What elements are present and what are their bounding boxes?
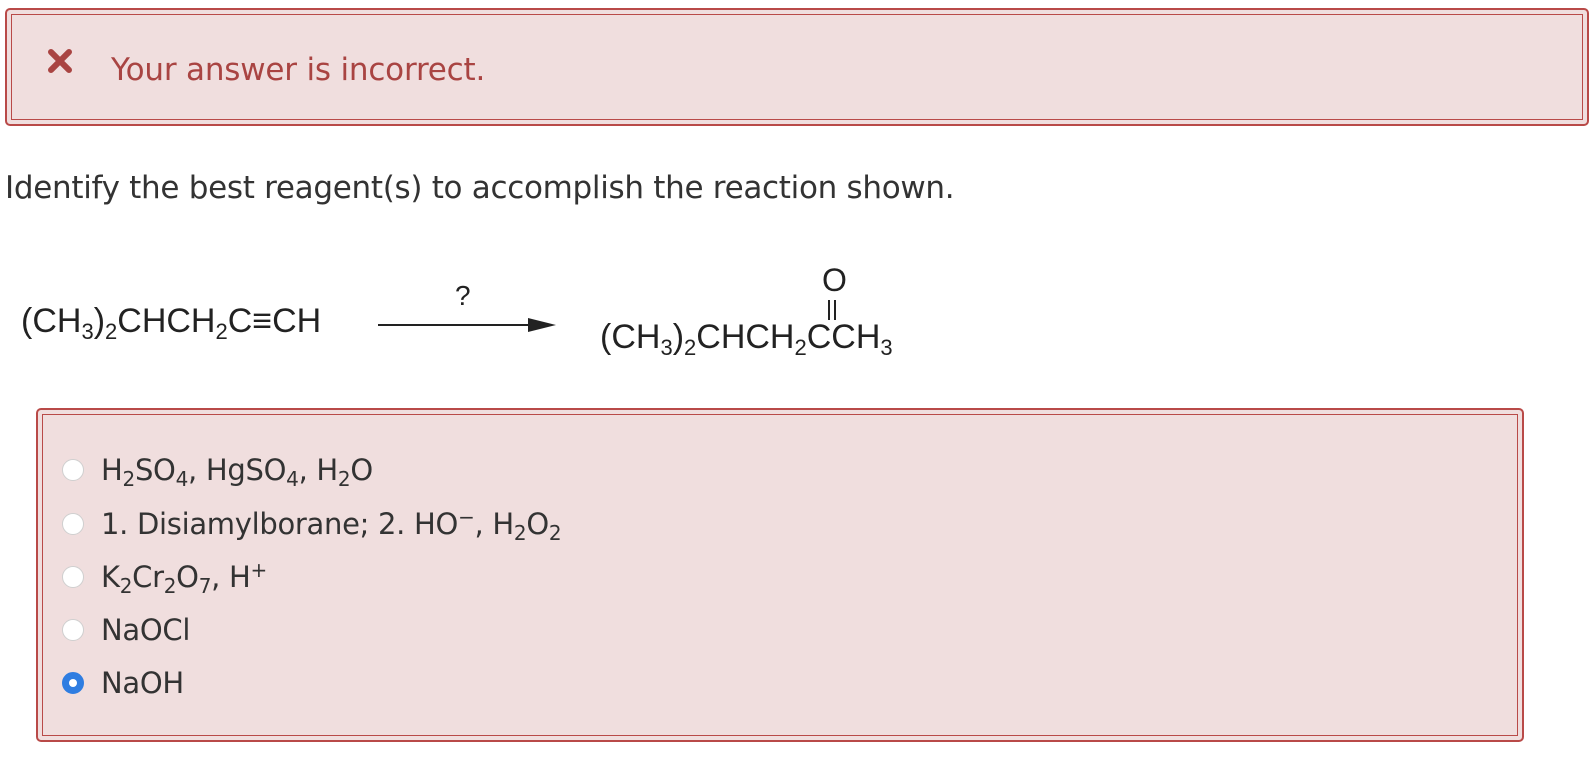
choice-label: 1. Disiamylborane; 2. HO−, H2O2 — [101, 505, 562, 543]
choice-text: , HgSO — [188, 453, 287, 487]
choice-text: H — [101, 453, 123, 487]
formula-subscript: 3 — [880, 335, 893, 360]
choice-text: NaOCl — [101, 613, 191, 647]
choice-subscript: 2 — [119, 574, 133, 598]
formula-subscript: 2 — [105, 319, 118, 344]
choice-superscript: − — [458, 505, 475, 529]
question-page: Your answer is incorrect. Identify the b… — [0, 0, 1590, 784]
choice-subscript: 2 — [513, 521, 527, 545]
feedback-message: Your answer is incorrect. — [111, 52, 486, 88]
formula-part: ) — [93, 302, 106, 340]
choice-label: NaOCl — [101, 613, 190, 647]
choice-label: K2Cr2O7, H+ — [101, 558, 267, 596]
formula-part: (CH — [600, 318, 661, 356]
formula-part: (CH — [21, 302, 82, 340]
question-prompt: Identify the best reagent(s) to accompli… — [5, 170, 955, 206]
formula-part: ) — [672, 318, 685, 356]
choice-text: O — [176, 560, 199, 594]
choice-text: , H — [298, 453, 339, 487]
choice-option[interactable]: K2Cr2O7, H+ — [62, 557, 267, 597]
choice-option[interactable]: H2SO4, HgSO4, H2O — [62, 450, 373, 490]
formula-part: C≡CH — [227, 302, 322, 340]
formula-subscript: 2 — [215, 319, 228, 344]
choice-subscript: 2 — [163, 574, 177, 598]
choice-subscript: 2 — [337, 467, 351, 491]
formula-part: CCH — [806, 318, 881, 356]
choice-subscript: 2 — [122, 467, 136, 491]
answer-choices-box: H2SO4, HgSO4, H2O 1. Disiamylborane; 2. … — [36, 408, 1524, 742]
choice-option[interactable]: 1. Disiamylborane; 2. HO−, H2O2 — [62, 504, 562, 544]
arrow-label: ? — [455, 280, 471, 311]
choice-subscript: 4 — [286, 467, 299, 491]
formula-subscript: 3 — [660, 335, 673, 360]
reaction-scheme: (CH3)2CHCH2C≡CH ? O (CH3)2CHCH2CCH3 — [0, 260, 960, 370]
radio-button[interactable] — [62, 566, 84, 588]
product-formula: (CH3)2CHCH2CCH3 — [600, 318, 893, 360]
formula-subscript: 3 — [81, 319, 94, 344]
feedback-banner: Your answer is incorrect. — [5, 8, 1589, 126]
radio-button[interactable] — [62, 459, 84, 481]
choice-subscript: 7 — [198, 574, 212, 598]
choice-text: SO — [134, 453, 176, 487]
choice-subscript: 2 — [548, 521, 562, 545]
radio-button[interactable] — [62, 619, 84, 641]
close-icon — [48, 49, 72, 73]
formula-part: CHCH — [696, 318, 795, 356]
choice-text: Cr — [132, 560, 164, 594]
formula-subscript: 2 — [684, 335, 697, 360]
formula-subscript: 2 — [794, 335, 807, 360]
choice-label: H2SO4, HgSO4, H2O — [101, 453, 373, 489]
choice-text: , H — [474, 507, 515, 541]
radio-button[interactable] — [62, 672, 84, 694]
choice-text: , H — [211, 560, 251, 594]
choice-text: O — [350, 453, 373, 487]
choice-text: O — [526, 507, 549, 541]
reactant-formula: (CH3)2CHCH2C≡CH — [21, 302, 322, 344]
choice-label: NaOH — [101, 666, 184, 700]
choice-subscript: 4 — [175, 467, 189, 491]
choice-option[interactable]: NaOH — [62, 663, 184, 703]
radio-button[interactable] — [62, 513, 84, 535]
formula-part: CHCH — [117, 302, 216, 340]
reaction-arrow — [378, 318, 556, 332]
choice-text: NaOH — [101, 666, 184, 700]
choice-superscript: + — [250, 558, 267, 582]
choice-option[interactable]: NaOCl — [62, 610, 190, 650]
carbonyl-oxygen: O — [822, 262, 847, 298]
choice-text: K — [101, 560, 120, 594]
choice-text: 1. Disiamylborane; 2. HO — [101, 507, 459, 541]
